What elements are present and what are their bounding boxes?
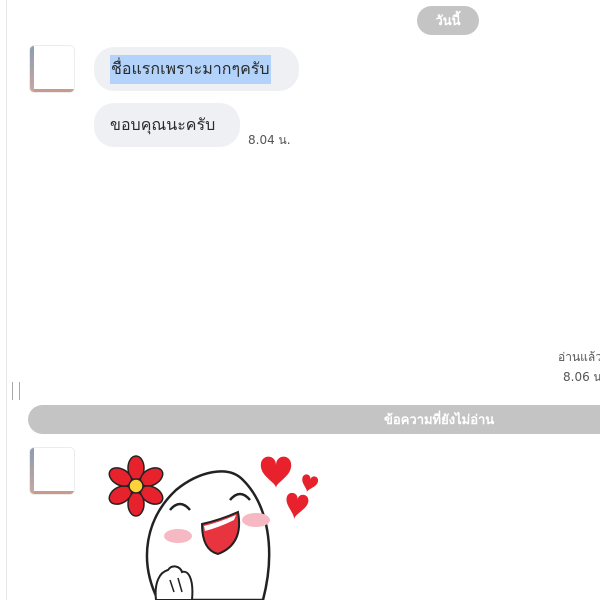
message-bubble[interactable]: ชื่อแรกเพราะมากๆครับ (94, 47, 299, 91)
unread-divider-label: ข้อความที่ยังไม่อ่าน (384, 413, 495, 428)
heart-icon (302, 474, 319, 493)
cheek-right (242, 513, 270, 527)
unread-divider: ข้อความที่ยังไม่อ่าน (28, 405, 600, 434)
resize-handle-icon[interactable] (12, 382, 20, 400)
message-bubble[interactable]: ขอบคุณนะครับ (94, 103, 240, 147)
date-separator: วันนี้ (417, 6, 479, 35)
avatar[interactable] (30, 448, 74, 494)
message-text[interactable]: ชื่อแรกเพราะมากๆครับ (110, 54, 271, 84)
message-timestamp: 8.04 น. (248, 133, 291, 147)
flower-icon (108, 455, 164, 517)
heart-icon (260, 456, 292, 488)
message-timestamp: 8.06 น. (563, 370, 600, 384)
sticker-image[interactable] (98, 450, 330, 600)
chat-panel-border (6, 0, 7, 600)
heart-icon (286, 492, 309, 520)
message-text[interactable]: ขอบคุณนะครับ (110, 113, 215, 138)
read-receipt: อ่านแล้ว (558, 350, 600, 364)
avatar[interactable] (30, 46, 74, 92)
cheek-left (164, 529, 192, 543)
